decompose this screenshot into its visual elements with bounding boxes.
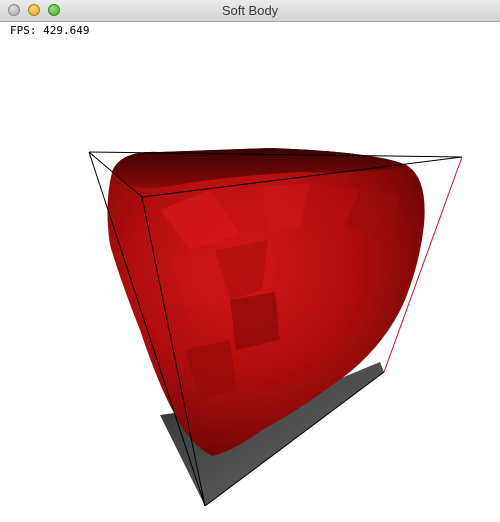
window-title: Soft Body — [221, 3, 279, 18]
title-bar[interactable]: Soft Body — [0, 0, 500, 22]
render-viewport[interactable] — [0, 22, 500, 522]
app-window: Soft Body FPS: 429.649 — [0, 0, 500, 522]
